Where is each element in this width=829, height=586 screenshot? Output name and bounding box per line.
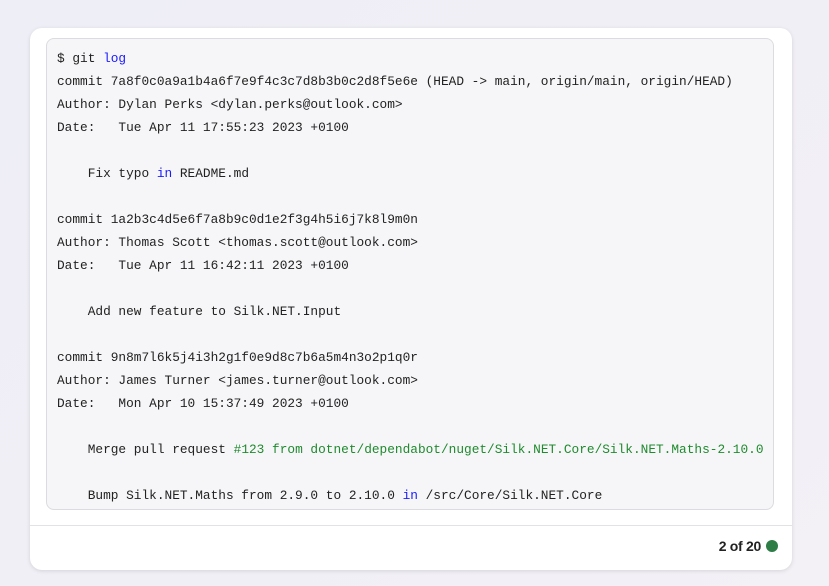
text-token: commit 1a2b3c4d5e6f7a8b9c0d1e2f3g4h5i6j7…	[57, 212, 418, 227]
code-line: Author: Dylan Perks <dylan.perks@outlook…	[57, 93, 773, 116]
git-log-code-block: $ git log commit 7a8f0c0a9a1b4a6f7e9f4c3c…	[46, 38, 774, 510]
keyword-token: log	[103, 51, 127, 66]
code-line: commit 1a2b3c4d5e6f7a8b9c0d1e2f3g4h5i6j7…	[57, 208, 773, 231]
code-line: Author: Thomas Scott <thomas.scott@outlo…	[57, 231, 773, 254]
status-dot-icon	[766, 540, 778, 552]
text-token: README.md	[172, 166, 249, 181]
code-line: Date: Tue Apr 11 16:42:11 2023 +0100	[57, 254, 773, 277]
message-card: $ git log commit 7a8f0c0a9a1b4a6f7e9f4c3c…	[30, 28, 792, 570]
text-token: Author: James Turner <james.turner@outlo…	[57, 373, 418, 388]
code-line: Fix typo in README.md	[57, 162, 773, 185]
text-token: Date: Mon Apr 10 15:37:49 2023 +0100	[57, 396, 349, 411]
text-token: /src/Core/Silk.NET.Core	[417, 488, 603, 503]
text-token: commit 9n8m7l6k5j4i3h2g1f0e9d8c7b6a5m4n3…	[57, 350, 418, 365]
text-token: commit 7a8f0c0a9a1b4a6f7e9f4c3c7d8b3b0c2…	[57, 74, 733, 89]
code-line: Date: Mon Apr 10 15:37:49 2023 +0100	[57, 392, 773, 415]
string-token: #123 from dotnet/dependabot/nuget/Silk.N…	[233, 442, 764, 457]
text-token: Date: Tue Apr 11 16:42:11 2023 +0100	[57, 258, 349, 273]
footer: 2 of 20	[719, 538, 778, 554]
text-token: $ git	[57, 51, 104, 66]
code-line: Bump Silk.NET.Maths from 2.9.0 to 2.10.0…	[57, 484, 773, 507]
keyword-token: in	[402, 488, 418, 503]
text-token: Author: Dylan Perks <dylan.perks@outlook…	[57, 97, 403, 112]
text-token: Add new feature to Silk.NET.Input	[57, 304, 342, 319]
code-line: Merge pull request #123 from dotnet/depe…	[57, 438, 773, 461]
text-token: Author: Thomas Scott <thomas.scott@outlo…	[57, 235, 418, 250]
divider	[30, 525, 792, 526]
code-line: Date: Tue Apr 11 17:55:23 2023 +0100	[57, 116, 773, 139]
text-token: Bump Silk.NET.Maths from 2.9.0 to 2.10.0	[57, 488, 403, 503]
code-line: commit 9n8m7l6k5j4i3h2g1f0e9d8c7b6a5m4n3…	[57, 346, 773, 369]
code-line: Author: James Turner <james.turner@outlo…	[57, 369, 773, 392]
code-line: commit 7a8f0c0a9a1b4a6f7e9f4c3c7d8b3b0c2…	[57, 70, 773, 93]
code-line: Add new feature to Silk.NET.Input	[57, 300, 773, 323]
text-token: Merge pull request	[57, 442, 234, 457]
code-line: $ git log	[57, 47, 773, 70]
text-token: Date: Tue Apr 11 17:55:23 2023 +0100	[57, 120, 349, 135]
page-count: 2 of 20	[718, 538, 762, 554]
keyword-token: in	[156, 166, 173, 181]
text-token: Fix typo	[57, 166, 157, 181]
